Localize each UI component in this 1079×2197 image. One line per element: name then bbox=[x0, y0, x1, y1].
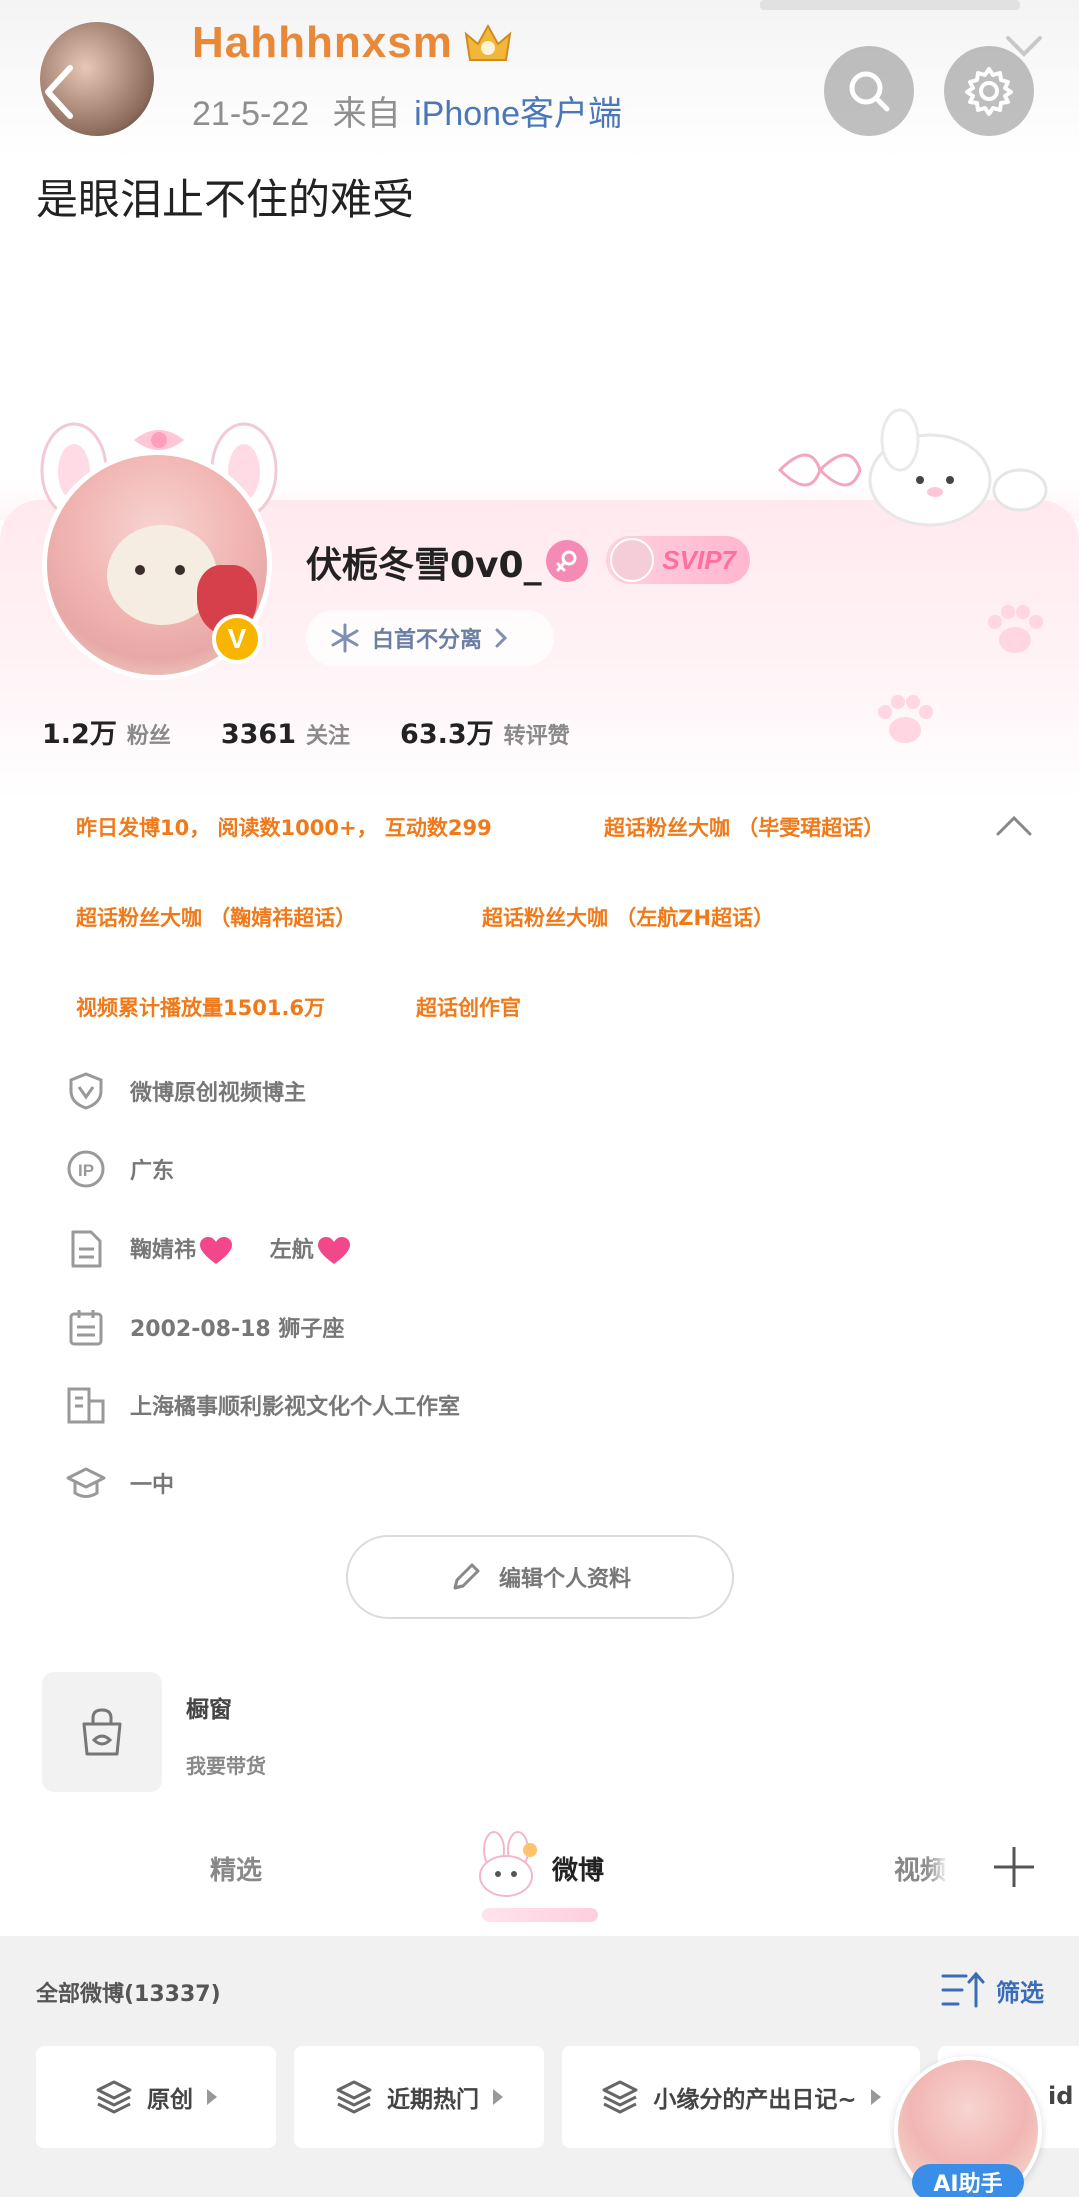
chip-hot[interactable]: 近期热门 bbox=[294, 2046, 544, 2148]
graduation-cap-icon bbox=[66, 1467, 106, 1498]
repost-author[interactable]: Hahhhnxsm bbox=[192, 18, 453, 68]
info-birthday-text: 2002-08-18 狮子座 bbox=[130, 1317, 345, 1342]
fan-tag-button[interactable]: 白首不分离 bbox=[306, 610, 554, 666]
fan-tag-label: 白首不分离 bbox=[372, 628, 483, 653]
info-ip: IP 广东 bbox=[66, 1146, 174, 1192]
chevron-up-icon[interactable] bbox=[994, 812, 1034, 838]
stat-value: 3361 bbox=[220, 719, 297, 750]
stat-value: 63.3万 bbox=[400, 719, 494, 750]
svip-label: SVIP7 bbox=[662, 544, 736, 575]
avatar-eye bbox=[135, 565, 145, 575]
stat-label: 转评赞 bbox=[503, 724, 570, 749]
info-verify-text: 微博原创视频博主 bbox=[130, 1081, 307, 1106]
shop-title[interactable]: 橱窗 bbox=[186, 1690, 232, 1724]
ai-assistant-label[interactable]: AI助手 bbox=[912, 2164, 1024, 2197]
gear-icon bbox=[965, 67, 1013, 116]
layers-icon bbox=[602, 2080, 638, 2114]
chip-collection[interactable]: 小缘分的产出日记~ bbox=[562, 2046, 920, 2148]
honor-supertopic[interactable]: 超话粉丝大咖 （左航ZH超话） bbox=[482, 902, 774, 932]
tab-weibo[interactable]: 微博 bbox=[552, 1850, 604, 1887]
layers-icon bbox=[96, 2080, 132, 2114]
stat-followers[interactable]: 1.2万 粉丝 bbox=[42, 712, 171, 751]
calendar-icon bbox=[69, 1310, 103, 1346]
pencil-icon bbox=[453, 1563, 480, 1590]
repost-from: 来自 bbox=[332, 95, 401, 133]
bunny-tab-icon bbox=[479, 1831, 537, 1897]
svip-bear-icon bbox=[610, 538, 654, 582]
triangle-right-icon bbox=[207, 2089, 217, 2105]
chip-original[interactable]: 原创 bbox=[36, 2046, 276, 2148]
stat-value: 1.2万 bbox=[42, 719, 117, 750]
info-company: 上海橘事顺利影视文化个人工作室 bbox=[66, 1382, 460, 1428]
info-verify: 微博原创视频博主 bbox=[66, 1068, 306, 1114]
chevron-right-icon bbox=[495, 628, 508, 648]
status-bar bbox=[760, 0, 1020, 10]
repost-date: 21-5-22 bbox=[192, 95, 310, 133]
crown-icon bbox=[464, 23, 512, 61]
stat-following[interactable]: 3361 关注 bbox=[221, 718, 350, 750]
paw-decoration bbox=[988, 605, 1043, 653]
stat-interactions[interactable]: 63.3万 转评赞 bbox=[400, 712, 570, 751]
chip-partial-label: id bbox=[1048, 2082, 1074, 2110]
stat-label: 粉丝 bbox=[126, 724, 171, 749]
profile-stats: 1.2万 粉丝 3361 关注 63.3万 转评赞 bbox=[42, 712, 570, 751]
verified-badge[interactable]: V bbox=[212, 614, 262, 664]
intro-name-b: 左航 bbox=[269, 1238, 314, 1263]
feed-title: 全部微博(13337) bbox=[36, 1982, 221, 2007]
profile-nickname: 伏栀冬雪0v0_ bbox=[306, 545, 542, 586]
add-tab-button[interactable] bbox=[948, 1812, 1079, 1922]
heart-icon bbox=[200, 1237, 233, 1264]
ip-icon: IP bbox=[67, 1150, 105, 1188]
paw-decoration bbox=[878, 695, 933, 743]
repost-text: 是眼泪止不住的难受 bbox=[36, 175, 415, 224]
info-company-text: 上海橘事顺利影视文化个人工作室 bbox=[130, 1395, 461, 1420]
honor-daily[interactable]: 昨日发博10， 阅读数1000+， 互动数299 bbox=[76, 812, 492, 842]
honor-supertopic[interactable]: 超话粉丝大咖 （毕雯珺超话） bbox=[604, 812, 884, 842]
search-button[interactable] bbox=[824, 46, 914, 136]
chip-label: 原创 bbox=[147, 2087, 193, 2113]
info-ip-text: 广东 bbox=[130, 1159, 175, 1184]
info-school-text: 一中 bbox=[130, 1473, 175, 1498]
triangle-right-icon bbox=[870, 2089, 881, 2105]
avatar-eye bbox=[175, 565, 185, 575]
filter-button[interactable]: 筛选 bbox=[940, 1970, 1044, 2010]
tab-video[interactable]: 视频 bbox=[894, 1850, 946, 1887]
building-icon bbox=[67, 1387, 105, 1424]
shopping-bag-icon bbox=[82, 1708, 122, 1756]
snowflake-icon bbox=[331, 623, 359, 653]
info-birthday: 2002-08-18 狮子座 bbox=[66, 1304, 344, 1350]
chip-label: 小缘分的产出日记~ bbox=[653, 2087, 857, 2113]
honor-supertopic[interactable]: 超话粉丝大咖 （鞠婧祎超话） bbox=[76, 902, 356, 932]
repost-meta: 21-5-22 来自 iPhone客户端 bbox=[192, 86, 622, 135]
plus-icon bbox=[993, 1847, 1034, 1887]
triangle-right-icon bbox=[493, 2089, 503, 2105]
info-intro: 鞠婧祎 左航 bbox=[66, 1226, 352, 1272]
honor-creator[interactable]: 超话创作官 bbox=[416, 992, 521, 1022]
chevron-down-icon[interactable] bbox=[1004, 34, 1044, 60]
filter-label: 筛选 bbox=[996, 1978, 1044, 2007]
back-icon[interactable] bbox=[40, 62, 80, 122]
filter-icon bbox=[941, 1971, 985, 2008]
stat-label: 关注 bbox=[306, 724, 351, 749]
repost-source[interactable]: iPhone客户端 bbox=[414, 95, 622, 133]
intro-name-a: 鞠婧祎 bbox=[130, 1238, 197, 1263]
female-icon bbox=[546, 540, 588, 582]
document-icon bbox=[71, 1230, 102, 1268]
tab-featured[interactable]: 精选 bbox=[210, 1850, 262, 1887]
shield-v-icon bbox=[69, 1072, 103, 1110]
layers-icon bbox=[336, 2080, 372, 2114]
edit-profile-button[interactable]: 编辑个人资料 bbox=[346, 1535, 734, 1619]
bunny-sticker-decoration bbox=[777, 408, 1048, 527]
tab-active-indicator bbox=[482, 1908, 598, 1922]
honor-video-plays[interactable]: 视频累计播放量1501.6万 bbox=[76, 992, 325, 1022]
chip-label: 近期热门 bbox=[387, 2087, 479, 2113]
shop-window-button[interactable] bbox=[42, 1672, 162, 1792]
search-icon bbox=[849, 71, 890, 112]
shop-subtitle: 我要带货 bbox=[186, 1754, 266, 1778]
heart-icon bbox=[317, 1237, 350, 1264]
info-intro-text: 鞠婧祎 左航 bbox=[130, 1232, 352, 1266]
svg-text:IP: IP bbox=[78, 1161, 94, 1180]
info-school: 一中 bbox=[66, 1460, 174, 1506]
edit-profile-label: 编辑个人资料 bbox=[498, 1567, 631, 1592]
